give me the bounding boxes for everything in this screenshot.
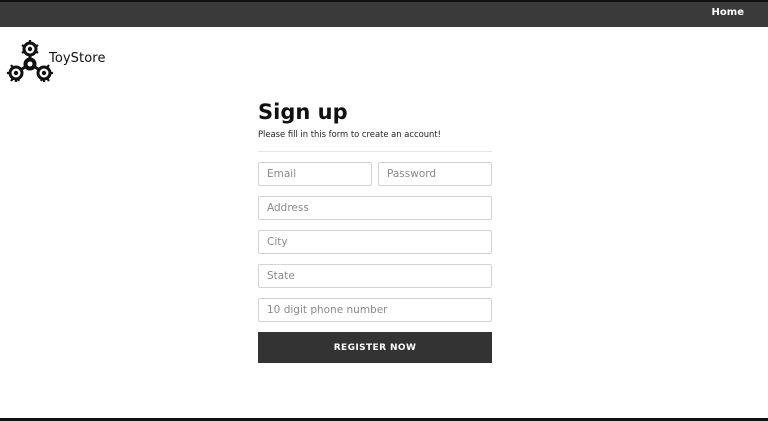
fidget-spinner-icon	[7, 40, 53, 82]
brand-name: ToyStore	[49, 51, 106, 66]
logo[interactable]: ToyStore	[6, 40, 106, 86]
password-field[interactable]	[378, 162, 492, 186]
top-navbar: Home	[0, 0, 768, 27]
city-field[interactable]	[258, 230, 492, 254]
signup-form: Sign up Please fill in this form to crea…	[258, 97, 492, 363]
nav-home-link[interactable]: Home	[712, 7, 744, 18]
register-button[interactable]: REGISTER NOW	[258, 332, 492, 363]
email-field[interactable]	[258, 162, 372, 186]
state-field[interactable]	[258, 264, 492, 288]
page-title: Sign up	[258, 100, 348, 124]
divider	[258, 151, 492, 152]
phone-field[interactable]	[258, 298, 492, 322]
address-field[interactable]	[258, 196, 492, 220]
form-subtitle: Please fill in this form to create an ac…	[258, 129, 442, 139]
